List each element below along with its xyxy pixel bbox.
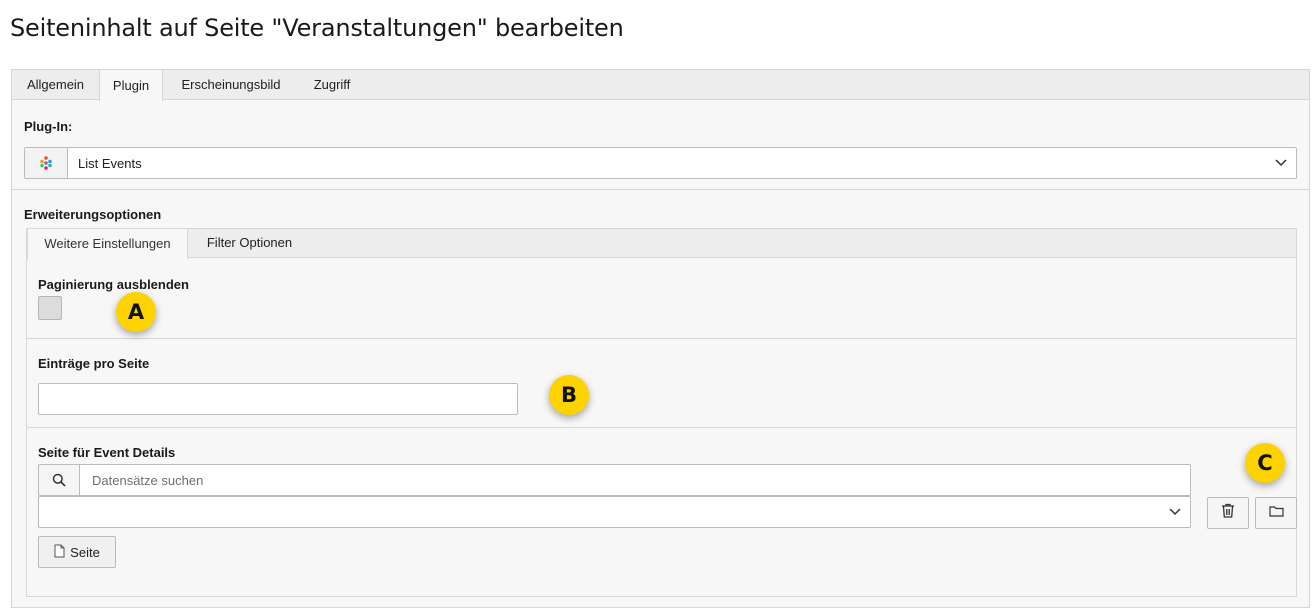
main-tab-bar: Allgemein Plugin Erscheinungsbild Zugrif…	[11, 69, 1310, 102]
record-search	[38, 464, 1191, 496]
tab-allgemein[interactable]: Allgemein	[12, 69, 99, 101]
record-search-input[interactable]	[80, 465, 1190, 495]
chevron-down-icon	[1266, 159, 1296, 167]
items-per-page-label: Einträge pro Seite	[38, 356, 150, 371]
field-divider	[27, 338, 1296, 339]
marker-a: A	[116, 292, 156, 332]
section-divider	[12, 189, 1309, 190]
plugin-selected-value: List Events	[78, 155, 142, 171]
add-page-button[interactable]: Seite	[38, 536, 116, 568]
plugin-label: Plug-In:	[24, 119, 73, 134]
hide-pagination-checkbox[interactable]	[38, 296, 62, 320]
browse-records-button[interactable]	[1255, 497, 1297, 529]
marker-b: B	[549, 375, 589, 415]
tab-erscheinungsbild[interactable]: Erscheinungsbild	[164, 69, 298, 101]
page-icon	[54, 544, 65, 561]
hide-pagination-label: Paginierung ausblenden	[38, 277, 189, 292]
detail-page-select[interactable]	[38, 496, 1191, 528]
detail-page-label: Seite für Event Details	[38, 445, 176, 460]
add-page-button-label: Seite	[70, 544, 100, 560]
extension-settings-panel: Paginierung ausblenden Einträge pro Seit…	[26, 257, 1297, 597]
plugin-select[interactable]: List Events	[24, 147, 1297, 179]
items-per-page-input[interactable]	[38, 383, 518, 415]
chevron-down-icon	[1160, 508, 1190, 516]
tab-zugriff[interactable]: Zugriff	[298, 69, 366, 101]
tab-plugin[interactable]: Plugin	[99, 69, 163, 102]
marker-c: C	[1245, 443, 1285, 483]
delete-record-button[interactable]	[1207, 497, 1249, 529]
search-icon[interactable]	[39, 465, 80, 495]
trash-icon	[1221, 503, 1235, 523]
tab-weitere-einstellungen[interactable]: Weitere Einstellungen	[27, 228, 188, 260]
folder-icon	[1268, 504, 1284, 522]
field-divider	[27, 427, 1296, 428]
page-title: Seiteninhalt auf Seite "Veranstaltungen"…	[10, 14, 624, 42]
tab-filter-optionen[interactable]: Filter Optionen	[188, 228, 311, 259]
plugin-dots-icon	[25, 148, 68, 178]
extension-options-label: Erweiterungsoptionen	[24, 207, 162, 222]
plugin-panel: Plug-In: List Events Erweiterungsoptione…	[11, 99, 1310, 608]
extension-tab-bar: Weitere Einstellungen Filter Optionen	[26, 228, 1297, 260]
